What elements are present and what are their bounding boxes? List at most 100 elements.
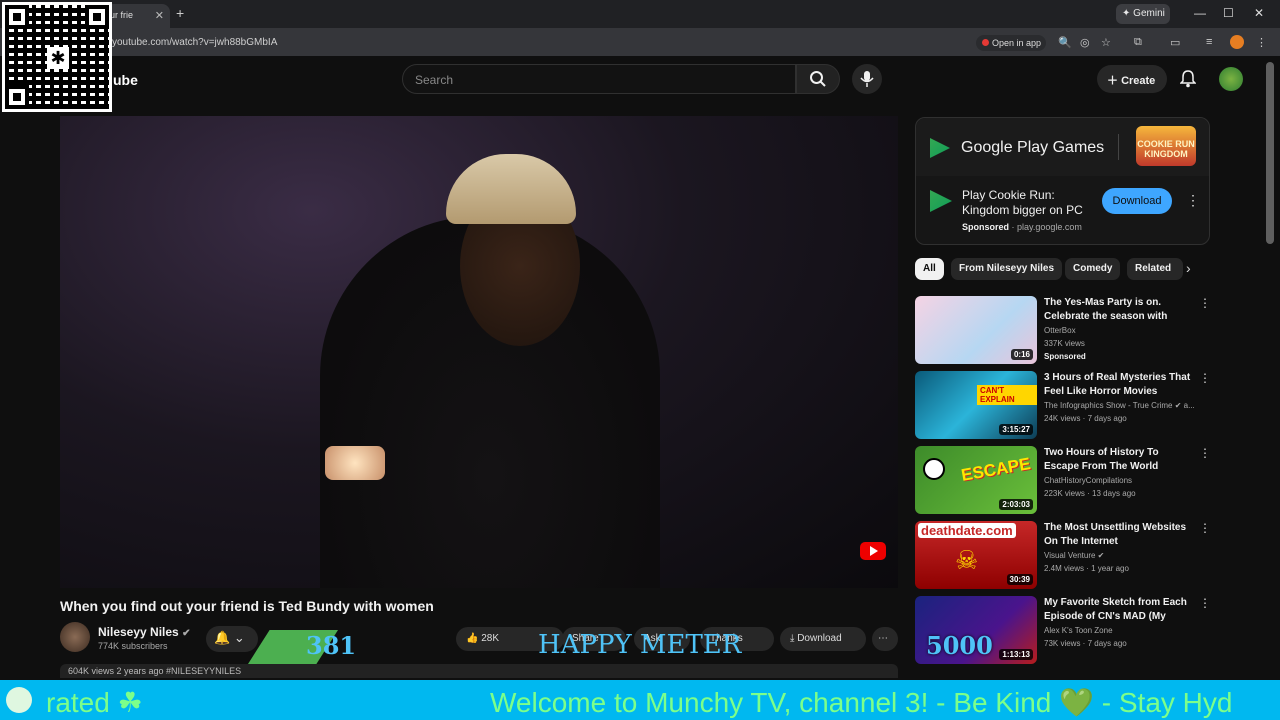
skull-icon: ☠ <box>955 545 979 575</box>
bell-icon: 🔔 <box>214 630 231 645</box>
open-in-app-button[interactable]: Open in app <box>976 35 1046 51</box>
google-play-icon <box>930 138 950 158</box>
maximize-icon[interactable]: ☐ <box>1223 6 1234 20</box>
description-box[interactable]: 604K views 2 years ago #NILESEYYNILES <box>60 664 898 678</box>
cookie-run-logo: COOKIE RUN KINGDOM <box>1136 126 1196 166</box>
thumb-caption: ESCAPE <box>959 454 1032 485</box>
sponsored-ad-card[interactable]: Google Play Games COOKIE RUN KINGDOM Pla… <box>915 117 1210 245</box>
chip-related[interactable]: Related <box>1127 258 1183 280</box>
tab-title: ur frie <box>110 10 134 20</box>
rec-title[interactable]: My Favorite Sketch from Each Episode of … <box>1044 596 1194 624</box>
close-tab-icon[interactable]: ✕ <box>155 9 164 22</box>
reading-list-icon[interactable]: ≡ <box>1206 36 1212 48</box>
happy-meter-goal: 5000 <box>926 631 993 660</box>
chip-from-channel[interactable]: From Nileseyy Niles <box>951 258 1063 280</box>
close-window-icon[interactable]: ✕ <box>1254 6 1264 20</box>
url-field[interactable]: youtube.com/watch?v=jwh88bGMbIA <box>112 37 277 48</box>
browser-tab-strip: ur frie ✕ + ✦ Gemini — ☐ ✕ <box>0 0 1280 28</box>
extensions-icon[interactable]: ⧉ <box>1134 36 1142 49</box>
happy-meter-label: HAPPY METER <box>538 630 742 660</box>
verified-icon: ✔ <box>182 628 191 639</box>
rec-channel[interactable]: Visual Venture ✔ <box>1044 551 1104 560</box>
chevron-down-icon: ⌄ <box>233 630 245 645</box>
bookmark-star-icon[interactable]: ☆ <box>1101 36 1111 49</box>
gemini-button[interactable]: ✦ Gemini <box>1116 4 1170 24</box>
rec-meta: 73K views · 7 days ago <box>1044 639 1127 648</box>
divider <box>1118 134 1119 160</box>
video-title: When you find out your friend is Ted Bun… <box>60 598 434 614</box>
thumbs-up-icon: 👍 <box>466 633 479 644</box>
channel-avatar[interactable] <box>60 622 90 652</box>
ad-title: Play Cookie Run: Kingdom bigger on PC <box>962 188 1083 217</box>
notifications-icon[interactable] <box>1180 70 1196 88</box>
qr-center-icon: ✱ <box>47 47 69 69</box>
cast-icon[interactable]: ▭ <box>1170 36 1180 49</box>
chevron-right-icon[interactable]: › <box>1186 260 1191 276</box>
ad-download-button[interactable]: Download <box>1102 188 1172 214</box>
channel-name[interactable]: Nileseyy Niles ✔ <box>98 625 190 639</box>
minimize-icon[interactable]: — <box>1194 6 1206 20</box>
recommendation-item[interactable]: deathdate.com ☠ 30:39 The Most Unsettlin… <box>915 521 1211 589</box>
ad-banner: Google Play Games COOKIE RUN KINGDOM <box>916 118 1209 176</box>
channel-badge-icon <box>6 687 32 713</box>
google-play-games-icon <box>930 190 952 212</box>
duration-badge: 3:15:27 <box>999 424 1033 435</box>
chip-comedy[interactable]: Comedy <box>1065 258 1121 280</box>
video-frame-cap <box>446 154 576 224</box>
duration-badge: 30:39 <box>1006 574 1033 585</box>
thumb-caption: CAN'T EXPLAIN <box>977 385 1037 405</box>
video-thumbnail[interactable]: ESCAPE 2:03:03 <box>915 446 1037 514</box>
recommendation-item[interactable]: 0:16 The Yes-Mas Party is on. Celebrate … <box>915 296 1211 364</box>
recommendation-item[interactable]: ESCAPE 2:03:03 Two Hours of History To E… <box>915 446 1211 514</box>
download-icon: ⤓ <box>790 633 795 644</box>
rec-title[interactable]: 3 Hours of Real Mysteries That Feel Like… <box>1044 371 1194 399</box>
new-tab-icon[interactable]: + <box>176 5 184 21</box>
rec-meta: 2.4M views · 1 year ago <box>1044 564 1129 573</box>
video-thumbnail[interactable]: CAN'T EXPLAIN 3:15:27 <box>915 371 1037 439</box>
subscribed-bell-button[interactable]: 🔔 ⌄ <box>206 626 258 652</box>
user-avatar[interactable] <box>1219 67 1243 91</box>
rec-channel[interactable]: OtterBox <box>1044 326 1076 335</box>
browser-tab[interactable]: ur frie ✕ <box>104 4 170 28</box>
search-icon <box>810 71 826 87</box>
video-thumbnail[interactable]: deathdate.com ☠ 30:39 <box>915 521 1037 589</box>
ad-more-icon[interactable]: ⋮ <box>1186 192 1200 209</box>
more-icon[interactable]: ⋮ <box>1199 371 1211 385</box>
subscriber-count: 774K subscribers <box>98 641 168 651</box>
rec-channel[interactable]: ChatHistoryCompilations <box>1044 476 1132 485</box>
rec-channel[interactable]: The Infographics Show - True Crime ✔ a..… <box>1044 401 1195 410</box>
duration-badge: 1:13:13 <box>999 649 1033 660</box>
rec-title[interactable]: The Yes-Mas Party is on. Celebrate the s… <box>1044 296 1194 324</box>
ticker-text-left: rated ☘ <box>46 687 143 718</box>
more-icon[interactable]: ⋮ <box>1199 596 1211 610</box>
eye-off-icon[interactable]: ◎ <box>1080 36 1090 49</box>
rec-meta: 24K views · 7 days ago <box>1044 414 1127 423</box>
rec-meta: 223K views · 13 days ago <box>1044 489 1136 498</box>
more-actions-icon[interactable]: ⋯ <box>872 627 898 651</box>
browser-menu-icon[interactable]: ⋮ <box>1256 36 1267 49</box>
video-player[interactable] <box>60 116 898 588</box>
chip-all[interactable]: All <box>915 258 944 280</box>
video-thumbnail[interactable]: 0:16 <box>915 296 1037 364</box>
search-button[interactable] <box>796 64 840 94</box>
voice-search-button[interactable] <box>852 64 882 94</box>
zoom-icon[interactable]: 🔍 <box>1058 36 1072 49</box>
ad-sponsored-line: Sponsored · play.google.com <box>962 222 1082 232</box>
youtube-logo[interactable]: ube <box>113 72 138 88</box>
ticker-text: Welcome to Munchy TV, channel 3! - Be Ki… <box>490 687 1233 718</box>
youtube-watermark-icon <box>860 542 886 560</box>
search-input[interactable]: Search <box>402 64 796 94</box>
recommendation-item[interactable]: CAN'T EXPLAIN 3:15:27 3 Hours of Real My… <box>915 371 1211 439</box>
more-icon[interactable]: ⋮ <box>1199 296 1211 310</box>
rec-title[interactable]: The Most Unsettling Websites On The Inte… <box>1044 521 1194 549</box>
more-icon[interactable]: ⋮ <box>1199 521 1211 535</box>
more-icon[interactable]: ⋮ <box>1199 446 1211 460</box>
create-button[interactable]: ＋ Create <box>1097 65 1167 93</box>
stream-ticker: rated ☘ Welcome to Munchy TV, channel 3!… <box>0 680 1280 720</box>
download-button[interactable]: ⤓ Download <box>780 627 866 651</box>
page-scrollbar[interactable] <box>1266 62 1274 244</box>
duration-badge: 0:16 <box>1010 349 1033 360</box>
profile-avatar[interactable] <box>1230 35 1244 49</box>
rec-title[interactable]: Two Hours of History To Escape From The … <box>1044 446 1194 474</box>
rec-channel[interactable]: Alex K's Toon Zone <box>1044 626 1113 635</box>
